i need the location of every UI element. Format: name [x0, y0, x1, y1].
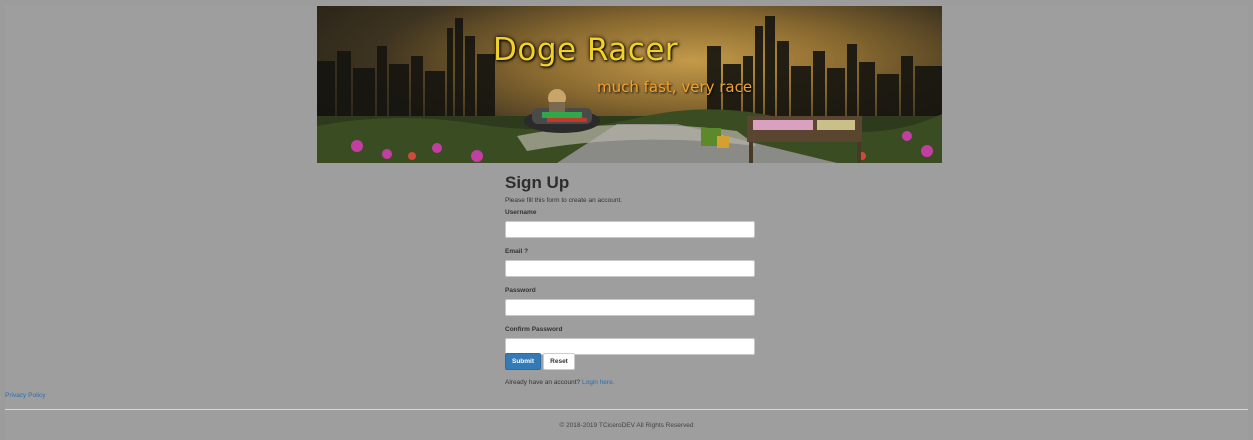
confirm-password-group: Confirm Password [505, 325, 755, 355]
banner-title: Doge Racer [493, 32, 679, 68]
banner-subtitle: much fast, very race [597, 78, 753, 96]
email-group: Email ? [505, 247, 755, 277]
login-prompt-text: Already have an account? [505, 379, 581, 386]
submit-button[interactable]: Submit [505, 353, 541, 370]
login-prompt-line: Already have an account? Login here. [505, 379, 615, 386]
signup-form: Sign Up Please fill this form to create … [505, 172, 755, 386]
form-description: Please fill this form to create an accou… [505, 197, 623, 204]
header-banner: Doge Racer much fast, very race [317, 6, 942, 163]
reset-button[interactable]: Reset [543, 353, 575, 370]
username-input[interactable] [505, 221, 755, 238]
footer-copyright: © 2018-2019 TCiceroDEV All Rights Reserv… [559, 422, 694, 429]
privacy-policy-link[interactable]: Privacy Policy [5, 392, 45, 399]
login-link[interactable]: Login here. [582, 379, 615, 386]
form-title: Sign Up [505, 173, 570, 192]
confirm-password-label: Confirm Password [505, 326, 563, 333]
email-input[interactable] [505, 260, 755, 277]
password-input[interactable] [505, 299, 755, 316]
password-group: Password [505, 286, 755, 316]
footer-divider [5, 409, 1248, 410]
username-group: Username [505, 208, 755, 238]
email-label: Email ? [505, 248, 529, 255]
password-label: Password [505, 287, 536, 294]
form-buttons: Submit Reset [505, 353, 575, 371]
username-label: Username [505, 209, 537, 216]
